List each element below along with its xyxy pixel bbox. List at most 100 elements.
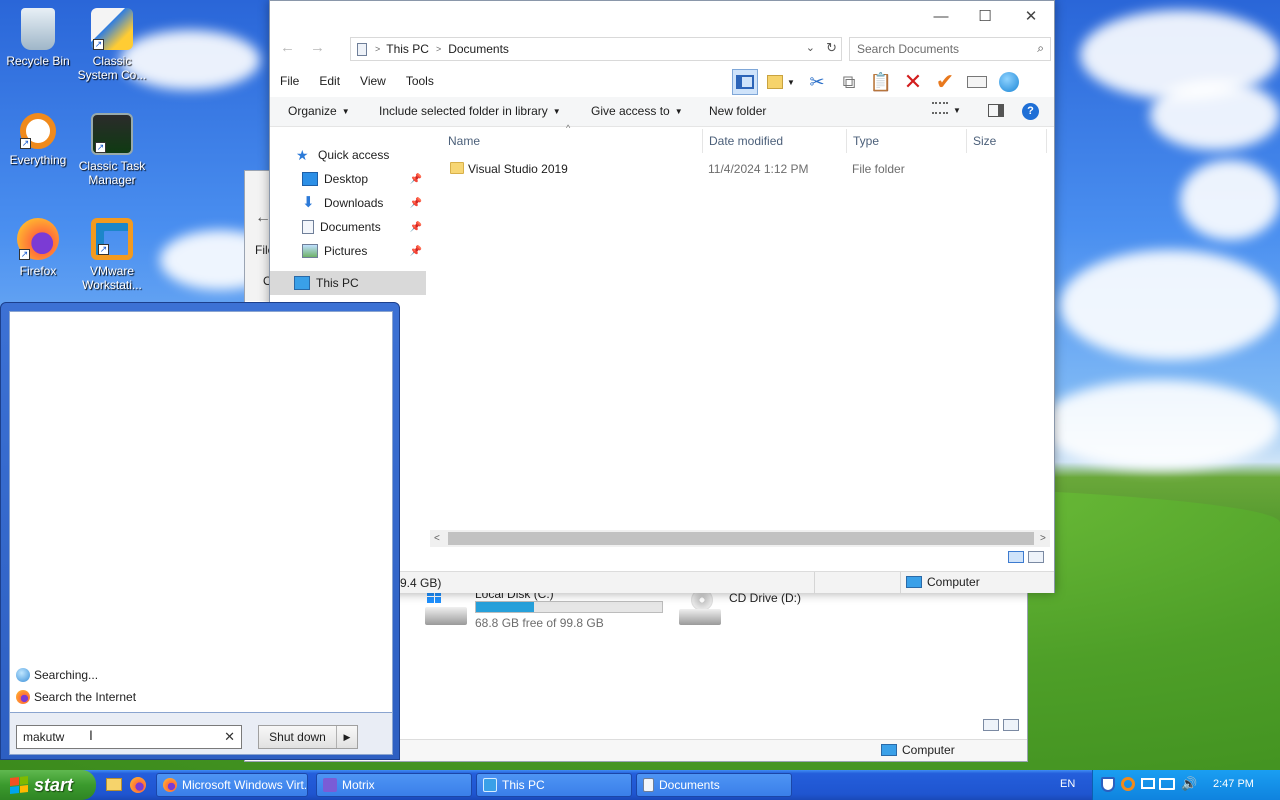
file-row[interactable]: Visual Studio 2019 11/4/2024 1:12 PM Fil… <box>440 158 1040 180</box>
breadcrumb-this-pc[interactable]: This PC <box>386 42 429 56</box>
delete-icon[interactable]: ✕ <box>900 69 926 95</box>
shutdown-label[interactable]: Shut down <box>259 726 337 748</box>
back-arrow-icon[interactable]: ← <box>280 39 295 56</box>
minimize-button[interactable]: — <box>918 5 964 29</box>
preview-pane-button[interactable] <box>988 104 1004 120</box>
everything-tray-icon[interactable] <box>1121 777 1135 791</box>
menu-view[interactable]: View <box>350 74 396 88</box>
give-access-label: Give access to <box>591 104 670 118</box>
system-clock[interactable]: 2:47 PM <box>1213 778 1254 790</box>
search-input[interactable]: Search Documents <box>857 42 959 56</box>
pin-icon[interactable]: 📌 <box>410 246 422 257</box>
search-box[interactable]: Search Documents ⌕ <box>849 37 1051 61</box>
pin-icon[interactable]: 📌 <box>410 222 422 233</box>
give-access-button[interactable]: Give access to ▼ <box>591 104 683 118</box>
network-tray-icon[interactable] <box>1159 778 1175 790</box>
motrix-icon <box>323 778 337 792</box>
menu-edit[interactable]: Edit <box>309 74 350 88</box>
language-indicator[interactable]: EN <box>1060 778 1075 790</box>
taskbar-item-documents[interactable]: Documents <box>636 773 792 797</box>
desktop-icon-recycle-bin[interactable]: Recycle Bin <box>0 8 76 68</box>
paste-icon[interactable]: 📋 <box>868 69 894 95</box>
forward-arrow-icon[interactable]: → <box>310 39 325 56</box>
drive-d-name: CD Drive (D:) <box>729 591 801 605</box>
menu-file[interactable]: File <box>270 74 309 88</box>
folders-pane-icon[interactable] <box>732 69 758 95</box>
details-view-icon[interactable] <box>1008 551 1024 563</box>
document-icon <box>643 778 654 792</box>
desktop-icon-everything[interactable]: ↗ Everything <box>0 113 76 167</box>
chevron-down-icon: ▼ <box>552 107 561 116</box>
security-shield-icon[interactable] <box>1101 777 1115 792</box>
pin-icon[interactable]: 📌 <box>410 174 422 185</box>
scrollbar-thumb[interactable] <box>448 532 1034 545</box>
help-icon: ? <box>1022 103 1039 120</box>
nav-this-pc-label: This PC <box>316 276 359 290</box>
organize-button[interactable]: Organize ▼ <box>288 104 350 118</box>
nav-documents[interactable]: Documents 📌 <box>302 215 426 239</box>
move-to-icon[interactable]: ▼ <box>764 69 798 95</box>
quicklaunch-firefox-icon[interactable] <box>130 777 146 793</box>
copy-icon[interactable]: ⧉ <box>836 69 862 95</box>
title-bar[interactable]: — ☐ ✕ <box>270 1 1054 35</box>
chevron-down-icon: ▼ <box>953 106 961 115</box>
desktop-icon-vmware[interactable]: ↗ VMware Workstati... <box>74 218 150 292</box>
nav-desktop[interactable]: Desktop 📌 <box>302 167 426 191</box>
column-type[interactable]: Type <box>853 134 879 148</box>
desktop-icon-firefox[interactable]: ↗ Firefox <box>0 218 76 278</box>
pin-icon[interactable]: 📌 <box>410 198 422 209</box>
nav-this-pc[interactable]: This PC <box>270 271 426 295</box>
taskbar-item-virtualbox[interactable]: Microsoft Windows Virt... <box>156 773 308 797</box>
properties-check-icon[interactable]: ✔ <box>932 69 958 95</box>
maximize-button[interactable]: ☐ <box>962 5 1008 29</box>
scroll-left-arrow-icon[interactable]: < <box>434 530 440 547</box>
scroll-right-arrow-icon[interactable]: > <box>1040 530 1046 547</box>
include-in-library-button[interactable]: Include selected folder in library ▼ <box>379 104 561 118</box>
shutdown-button[interactable]: Shut down ▶ <box>258 725 358 749</box>
search-internet-item[interactable]: Search the Internet <box>16 690 136 704</box>
refresh-icon[interactable]: ↻ <box>826 40 837 56</box>
view-options-button[interactable]: ▼ <box>932 102 961 117</box>
breadcrumb-documents[interactable]: Documents <box>448 42 509 56</box>
pictures-icon <box>302 244 318 258</box>
horizontal-scrollbar[interactable]: < > <box>430 530 1050 547</box>
taskbar-item-this-pc[interactable]: This PC <box>476 773 632 797</box>
nav-downloads[interactable]: ⬇ Downloads 📌 <box>302 191 426 215</box>
start-menu[interactable]: Searching... Search the Internet makutw … <box>0 302 400 760</box>
search-internet-label: Search the Internet <box>34 690 137 704</box>
view-buttons[interactable] <box>1008 551 1044 563</box>
volume-icon[interactable]: 🔊 <box>1181 776 1197 792</box>
everything-search-icon: ↗ <box>20 113 56 149</box>
start-button[interactable]: start <box>0 770 96 800</box>
shutdown-options-arrow-icon[interactable]: ▶ <box>337 732 357 743</box>
help-button[interactable]: ? <box>1022 103 1039 120</box>
new-folder-button[interactable]: New folder <box>709 104 766 118</box>
desktop-icon-classic-system-control[interactable]: ↗ Classic System Co... <box>74 8 150 82</box>
monitor-tray-icon[interactable] <box>1141 778 1155 789</box>
back-view-buttons[interactable] <box>983 719 1019 731</box>
cut-icon[interactable]: ✂ <box>804 69 830 95</box>
close-button[interactable]: ✕ <box>1008 5 1054 29</box>
desktop-icon-classic-task-manager[interactable]: ↗ Classic Task Manager <box>74 113 150 187</box>
quicklaunch-explorer-icon[interactable] <box>106 778 122 791</box>
address-dropdown-icon[interactable]: ⌄ <box>806 41 815 54</box>
start-search-input[interactable]: makutw I ✕ <box>16 725 242 749</box>
column-name[interactable]: Name <box>448 134 480 148</box>
nav-pictures[interactable]: Pictures 📌 <box>302 239 426 263</box>
menu-tools[interactable]: Tools <box>396 74 444 88</box>
column-date-modified[interactable]: Date modified <box>709 134 783 148</box>
column-size[interactable]: Size <box>973 134 996 148</box>
clear-search-button[interactable]: ✕ <box>224 729 235 745</box>
details-view-icon[interactable] <box>983 719 999 731</box>
large-icons-view-icon[interactable] <box>1028 551 1044 563</box>
desktop-icon-label: Classic System Co... <box>77 54 147 82</box>
address-bar[interactable]: > This PC > Documents ⌄ ↻ <box>350 37 842 61</box>
large-icons-view-icon[interactable] <box>1003 719 1019 731</box>
rename-icon[interactable] <box>964 69 990 95</box>
network-globe-icon[interactable] <box>996 69 1022 95</box>
desktop-icon <box>302 172 318 186</box>
start-label: start <box>34 774 74 795</box>
local-disk-icon <box>425 589 469 627</box>
computer-icon <box>294 276 310 290</box>
taskbar-item-motrix[interactable]: Motrix <box>316 773 472 797</box>
